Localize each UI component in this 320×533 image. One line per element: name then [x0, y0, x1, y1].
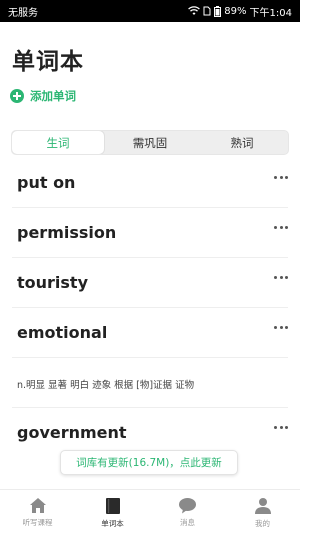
add-word-button[interactable]: 添加单词	[10, 88, 76, 104]
word-row[interactable]: emotional	[12, 308, 288, 358]
battery-icon	[214, 5, 222, 17]
nav-item-messages[interactable]: 消息	[150, 490, 225, 533]
more-options-icon[interactable]	[274, 326, 288, 332]
more-options-icon[interactable]	[274, 226, 288, 232]
nav-item-profile[interactable]: 我的	[225, 490, 300, 533]
word-category-tabs: 生词 需巩固 熟词	[11, 130, 289, 155]
sim-icon	[203, 6, 211, 16]
tab-new-words[interactable]: 生词	[12, 131, 104, 154]
wifi-icon	[188, 6, 201, 15]
word-meaning-row[interactable]: n.明显 显著 明白 迹象 根据 [物]证据 证物	[12, 358, 288, 408]
word-meaning-text: n.明显 显著 明白 迹象 根据 [物]证据 证物	[17, 380, 195, 391]
word-list: put on permission touristy emotional n.明…	[0, 158, 300, 458]
person-icon	[254, 498, 271, 514]
nav-label: 单词本	[101, 519, 124, 528]
nav-item-wordbook[interactable]: 单词本	[75, 490, 150, 533]
more-options-icon[interactable]	[274, 426, 288, 432]
nav-label: 消息	[180, 518, 195, 527]
word-text: government	[17, 423, 127, 442]
word-text: emotional	[17, 323, 108, 342]
more-options-icon[interactable]	[274, 176, 288, 182]
bottom-nav: 听写课程 单词本 消息 我的	[0, 489, 300, 533]
tab-familiar[interactable]: 熟词	[196, 131, 288, 154]
status-bar: 无服务 89% 下午1:04	[0, 0, 300, 22]
word-row[interactable]: put on	[12, 158, 288, 208]
add-word-label: 添加单词	[30, 89, 76, 103]
status-indicators: 89% 下午1:04	[188, 4, 292, 19]
battery-text: 89%	[224, 5, 247, 17]
more-options-icon[interactable]	[274, 276, 288, 282]
book-icon	[105, 498, 120, 514]
word-row[interactable]: touristy	[12, 258, 288, 308]
home-icon	[29, 498, 46, 513]
chat-bubble-icon	[179, 498, 196, 514]
word-text: touristy	[17, 273, 89, 292]
word-text: put on	[17, 173, 76, 192]
word-text: permission	[17, 223, 117, 242]
update-toast-button[interactable]: 词库有更新(16.7M)，点此更新	[60, 450, 238, 475]
plus-circle-icon	[10, 89, 24, 103]
tab-needs-review[interactable]: 需巩固	[104, 131, 196, 154]
nav-label: 听写课程	[22, 518, 53, 527]
word-row[interactable]: permission	[12, 208, 288, 258]
page-title: 单词本	[12, 49, 84, 75]
carrier-text: 无服务	[8, 7, 38, 19]
nav-label: 我的	[255, 519, 270, 528]
nav-item-dictation-courses[interactable]: 听写课程	[0, 490, 75, 533]
clock-text: 下午1:04	[249, 7, 292, 19]
